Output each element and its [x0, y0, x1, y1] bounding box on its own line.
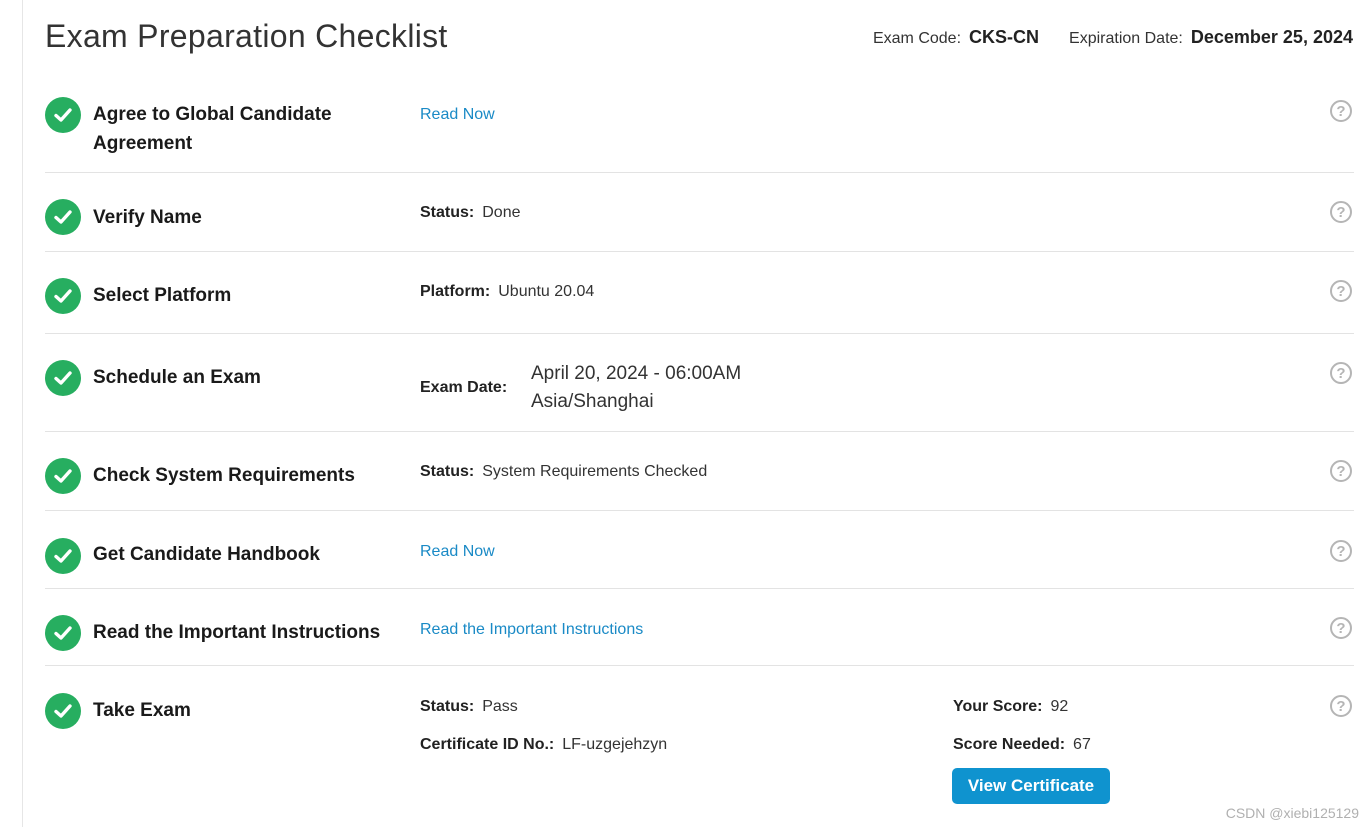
help-circle-icon[interactable]: ?	[1330, 362, 1352, 384]
check-circle-icon	[45, 360, 81, 396]
score-field: Your Score: 92	[953, 698, 1068, 716]
step-title: Take Exam	[93, 700, 191, 721]
left-border	[22, 0, 23, 827]
expiration-label: Expiration Date:	[1069, 30, 1183, 47]
help-circle-icon[interactable]: ?	[1330, 460, 1352, 482]
check-circle-icon	[45, 693, 81, 729]
check-circle-icon	[45, 97, 81, 133]
help-circle-icon[interactable]: ?	[1330, 695, 1352, 717]
platform-label: Platform:	[420, 283, 491, 300]
watermark: CSDN @xiebi125129	[1225, 805, 1359, 821]
score-value: 92	[1050, 698, 1069, 715]
step-title: Get Candidate Handbook	[93, 544, 320, 565]
exam-status-field: Status: Pass	[420, 698, 518, 716]
checklist-row-platform: Select Platform Platform: Ubuntu 20.04 ?	[45, 252, 1354, 334]
check-circle-icon	[45, 199, 81, 235]
checklist-row-schedule: Schedule an Exam Exam Date: April 20, 20…	[45, 334, 1354, 432]
certificate-id-label: Certificate ID No.:	[420, 736, 555, 753]
score-needed-value: 67	[1073, 736, 1091, 753]
checklist-row-take-exam: Take Exam Status: Pass Certificate ID No.…	[45, 666, 1354, 816]
view-certificate-button[interactable]: View Certificate	[952, 768, 1110, 804]
platform-value: Ubuntu 20.04	[498, 283, 595, 300]
help-circle-icon[interactable]: ?	[1330, 201, 1352, 223]
check-circle-icon	[45, 538, 81, 574]
read-instructions-link[interactable]: Read the Important Instructions	[420, 621, 643, 639]
step-title: Select Platform	[93, 285, 232, 306]
score-needed-field: Score Needed: 67	[953, 736, 1091, 754]
page-title: Exam Preparation Checklist	[45, 18, 448, 54]
help-circle-icon[interactable]: ?	[1330, 617, 1352, 639]
help-circle-icon[interactable]: ?	[1330, 100, 1352, 122]
checklist-row-handbook: Get Candidate Handbook Read Now ?	[45, 511, 1354, 589]
exam-meta: Exam Code: CKS-CN Expiration Date: December…	[873, 27, 1353, 48]
exam-date-line1: April 20, 2024 - 06:00AM	[531, 363, 742, 384]
exam-date-label-wrap: Exam Date:	[420, 379, 515, 397]
step-title: Check System Requirements	[93, 465, 355, 486]
checklist-row-agreement: Agree to Global Candidate Agreement Read…	[45, 86, 1354, 173]
checklist-row-instructions: Read the Important Instructions Read the…	[45, 589, 1354, 666]
check-circle-icon	[45, 615, 81, 651]
step-title: Verify Name	[93, 207, 202, 228]
status-label: Status:	[420, 204, 475, 221]
read-agreement-link[interactable]: Read Now	[420, 106, 495, 124]
step-title: Read the Important Instructions	[93, 622, 381, 643]
exam-date-label: Exam Date:	[420, 379, 508, 396]
step-title: Schedule an Exam	[93, 367, 261, 388]
status-value: Done	[482, 204, 521, 221]
page-header: Exam Preparation Checklist Exam Code: CKS…	[45, 18, 1353, 62]
status-value: System Requirements Checked	[482, 463, 708, 480]
read-handbook-link[interactable]: Read Now	[420, 543, 495, 561]
status-value: Pass	[482, 698, 518, 715]
certificate-id-field: Certificate ID No.: LF-uzgejehzyn	[420, 736, 667, 754]
checklist-row-system-requirements: Check System Requirements Status: System …	[45, 432, 1354, 511]
status-field: Status: Done	[420, 204, 520, 222]
score-label: Your Score:	[953, 698, 1043, 715]
check-circle-icon	[45, 278, 81, 314]
platform-field: Platform: Ubuntu 20.04	[420, 283, 594, 301]
status-label: Status:	[420, 698, 475, 715]
help-circle-icon[interactable]: ?	[1330, 280, 1352, 302]
expiration-date: December 25, 2024	[1190, 27, 1353, 47]
checklist-row-verify-name: Verify Name Status: Done ?	[45, 173, 1354, 252]
help-circle-icon[interactable]: ?	[1330, 540, 1352, 562]
exam-code: CKS-CN	[969, 27, 1040, 47]
score-needed-label: Score Needed:	[953, 736, 1066, 753]
certificate-id-value: LF-uzgejehzyn	[562, 736, 668, 753]
check-circle-icon	[45, 458, 81, 494]
system-status-field: Status: System Requirements Checked	[420, 463, 707, 481]
step-title: Agree to Global Candidate Agreement	[93, 104, 332, 154]
exam-code-label: Exam Code:	[872, 30, 962, 47]
exam-date-line2: Asia/Shanghai	[531, 391, 654, 412]
status-label: Status:	[420, 463, 475, 480]
